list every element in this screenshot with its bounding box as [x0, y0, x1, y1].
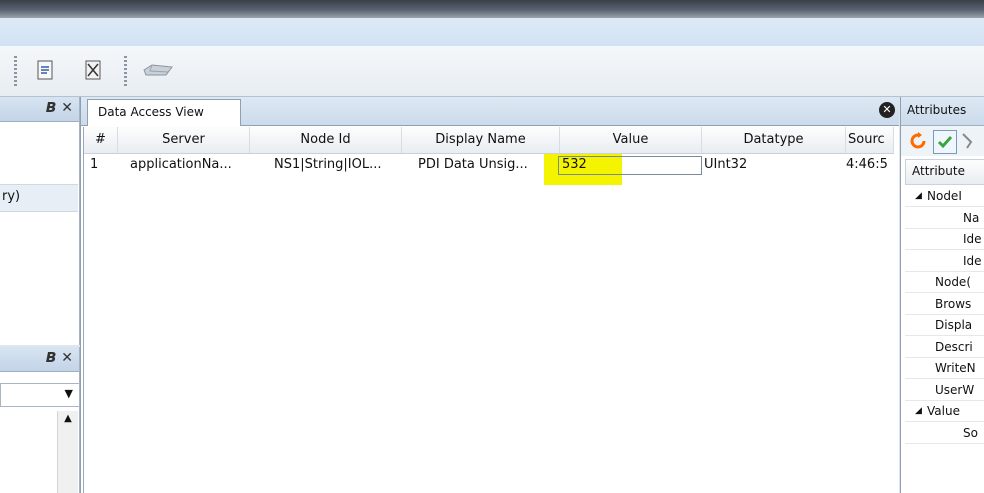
column-label: Attribute: [912, 164, 965, 178]
pane-header: 𝘽 ✕: [0, 347, 79, 372]
cell-value[interactable]: 532: [562, 154, 622, 176]
attribute-label: Node(: [935, 275, 971, 289]
menu-ribbon: [0, 18, 984, 47]
column-header-source[interactable]: Sourc: [846, 127, 894, 153]
filter-combobox[interactable]: ▼: [0, 383, 80, 407]
attribute-row[interactable]: ◢ Value: [901, 400, 984, 422]
cell-number: 1: [90, 157, 99, 172]
column-header-server[interactable]: Server: [118, 127, 250, 153]
column-header-datatype[interactable]: Datatype: [702, 127, 846, 153]
column-header-display-name[interactable]: Display Name: [402, 127, 560, 153]
row-divider: [905, 443, 984, 444]
attribute-row[interactable]: Ide: [901, 250, 984, 272]
attribute-row[interactable]: Ide: [901, 228, 984, 250]
attribute-label: WriteN: [935, 361, 976, 375]
attribute-label: Ide: [963, 232, 982, 246]
attribute-label: UserW: [935, 383, 975, 397]
attribute-label: Displa: [935, 318, 973, 332]
column-header-number[interactable]: #: [84, 127, 118, 153]
cell-datatype: UInt32: [704, 157, 748, 172]
attribute-label: So: [963, 426, 978, 440]
attribute-row[interactable]: ◢ NodeI: [901, 185, 984, 207]
attribute-row[interactable]: WriteN: [901, 357, 984, 379]
cell-server: applicationNa...: [130, 157, 232, 172]
attribute-label: Descri: [935, 340, 973, 354]
refresh-icon[interactable]: [909, 132, 927, 150]
delete-document-icon[interactable]: [82, 58, 104, 82]
document-tabstrip: Data Access View ✕: [81, 97, 899, 126]
table-row[interactable]: 1 applicationNa... NS1|String|IOL... PDI…: [84, 154, 894, 185]
attribute-row[interactable]: Node(: [901, 271, 984, 293]
expander-icon[interactable]: ◢: [915, 185, 922, 207]
attribute-column-header[interactable]: Attribute: [905, 159, 984, 185]
pane-header: 𝘽 ✕: [0, 97, 79, 122]
chevron-down-icon[interactable]: ▼: [65, 387, 73, 400]
column-header-node-id[interactable]: Node Id: [250, 127, 402, 153]
attribute-row[interactable]: Na: [901, 207, 984, 229]
device-icon[interactable]: [138, 58, 176, 82]
cell-display-name: PDI Data Unsig...: [418, 157, 528, 172]
vertical-scrollbar[interactable]: ▲: [57, 411, 78, 493]
left-pane-bottom: 𝘽 ✕ ▼ ▲: [0, 347, 80, 493]
tab-label: Data Access View: [98, 105, 204, 119]
attribute-label: Value: [927, 404, 960, 418]
close-icon[interactable]: ✕: [879, 102, 895, 118]
attribute-row[interactable]: UserW: [901, 379, 984, 401]
document-icon[interactable]: [34, 58, 56, 82]
attributes-toolbar: [901, 126, 984, 156]
expander-icon[interactable]: ◢: [915, 400, 922, 422]
cell-node-id: NS1|String|IOL...: [274, 157, 382, 172]
attribute-label: Na: [963, 211, 980, 225]
attribute-label: Brows: [935, 297, 972, 311]
attribute-row[interactable]: Brows: [901, 293, 984, 315]
tree-item-label: ry): [2, 189, 21, 204]
pane-title: Attributes: [907, 103, 967, 117]
data-grid: # Server Node Id Display Name Value Data…: [83, 127, 894, 493]
pane-pin-close-icons[interactable]: 𝘽 ✕: [46, 350, 73, 366]
partial-tool-icon[interactable]: [961, 132, 979, 150]
toolbar-grip[interactable]: [124, 56, 127, 86]
data-access-view-panel: Data Access View ✕ # Server Node Id Disp…: [80, 97, 899, 493]
attribute-row[interactable]: Displa: [901, 314, 984, 336]
check-icon[interactable]: [933, 130, 957, 154]
column-header-value[interactable]: Value: [560, 127, 702, 153]
attribute-label: Ide: [963, 254, 982, 268]
pane-pin-close-icons[interactable]: 𝘽 ✕: [46, 100, 73, 116]
scroll-up-icon[interactable]: ▲: [58, 413, 78, 424]
toolbar: [0, 46, 984, 97]
tree-item[interactable]: ry): [0, 184, 78, 212]
pane-header: Attributes: [901, 97, 984, 126]
left-pane-top: 𝘽 ✕ ry): [0, 97, 80, 345]
grid-header: # Server Node Id Display Name Value Data…: [84, 127, 894, 154]
tab-data-access-view[interactable]: Data Access View: [87, 99, 241, 126]
cell-source-timestamp: 4:46:5: [846, 157, 888, 172]
attribute-row[interactable]: So: [901, 422, 984, 444]
attributes-pane: Attributes Attribute ◢ NodeI Na Ide Ide Node(…: [900, 97, 984, 493]
window-title-strip: [0, 0, 984, 18]
attribute-label: NodeI: [927, 189, 962, 203]
toolbar-grip[interactable]: [14, 56, 17, 86]
attribute-row[interactable]: Descri: [901, 336, 984, 358]
